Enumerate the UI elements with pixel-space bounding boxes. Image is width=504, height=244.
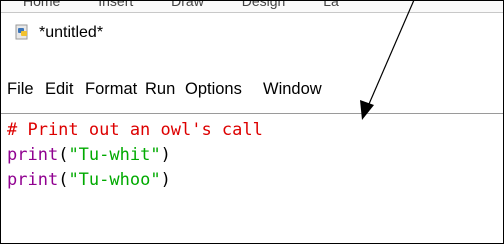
code-editor[interactable]: # Print out an owl's call print("Tu-whit…	[1, 114, 503, 243]
ribbon-tabs-partial: Home Insert Draw Design La	[1, 1, 503, 13]
code-string: "Tu-whit"	[68, 145, 161, 165]
code-close-paren: )	[160, 145, 171, 165]
menu-format[interactable]: Format	[85, 80, 137, 99]
ribbon-tab-insert[interactable]: Insert	[98, 1, 133, 9]
ribbon-tab-home[interactable]: Home	[23, 1, 60, 9]
code-comment: # Print out an owl's call	[7, 120, 263, 140]
code-open-paren: (	[58, 145, 69, 165]
ribbon-tab-layout[interactable]: La	[323, 1, 339, 9]
code-builtin-print: print	[7, 145, 59, 165]
code-line-1: # Print out an owl's call	[7, 118, 263, 142]
ribbon-tab-draw[interactable]: Draw	[171, 1, 204, 9]
menu-options[interactable]: Options	[185, 80, 242, 99]
code-line-2: print("Tu-whit")	[7, 143, 171, 167]
ribbon-tab-strip: Home Insert Draw Design La	[23, 1, 373, 9]
window-title: *untitled*	[39, 24, 104, 41]
code-string: "Tu-whoo"	[68, 170, 161, 190]
code-close-paren: )	[160, 170, 171, 190]
menu-file[interactable]: File	[7, 80, 34, 99]
menu-bar: File Edit Format Run Options Window	[1, 67, 503, 114]
ribbon-tab-design[interactable]: Design	[242, 1, 286, 9]
code-line-3: print("Tu-whoo")	[7, 168, 171, 192]
menu-edit[interactable]: Edit	[45, 80, 73, 99]
menu-run[interactable]: Run	[145, 80, 175, 99]
screenshot-frame: Home Insert Draw Design La *untitled* Fi…	[0, 0, 504, 244]
code-open-paren: (	[58, 170, 69, 190]
code-builtin-print: print	[7, 170, 59, 190]
menu-window[interactable]: Window	[263, 80, 322, 99]
python-file-icon	[15, 24, 28, 40]
